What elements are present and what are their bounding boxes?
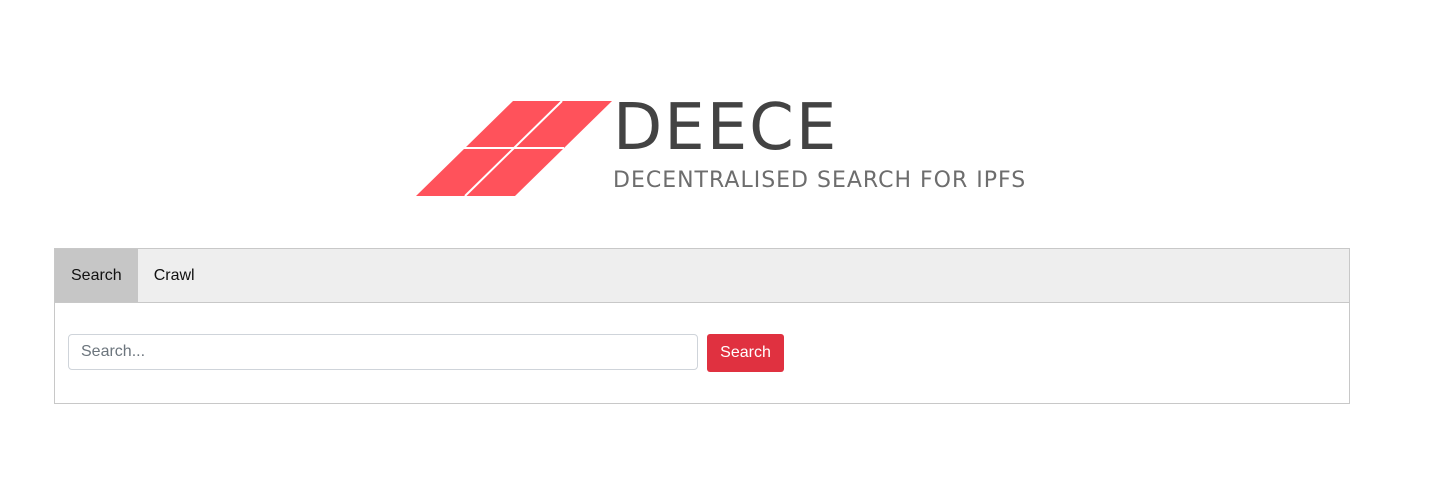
logo-title: DEECE	[613, 91, 839, 165]
search-panel: Search Crawl Search	[54, 248, 1350, 404]
logo-subtitle: DECENTRALISED SEARCH FOR IPFS	[613, 168, 1027, 193]
logo-mark-icon	[416, 100, 612, 197]
tab-search[interactable]: Search	[55, 249, 138, 302]
search-input[interactable]	[68, 334, 698, 370]
tab-crawl[interactable]: Crawl	[138, 249, 211, 302]
panel-body: Search	[55, 303, 1349, 403]
deece-logo: DEECE DECENTRALISED SEARCH FOR IPFS	[415, 96, 1025, 200]
tab-bar: Search Crawl	[55, 249, 1349, 303]
search-button[interactable]: Search	[707, 334, 784, 372]
